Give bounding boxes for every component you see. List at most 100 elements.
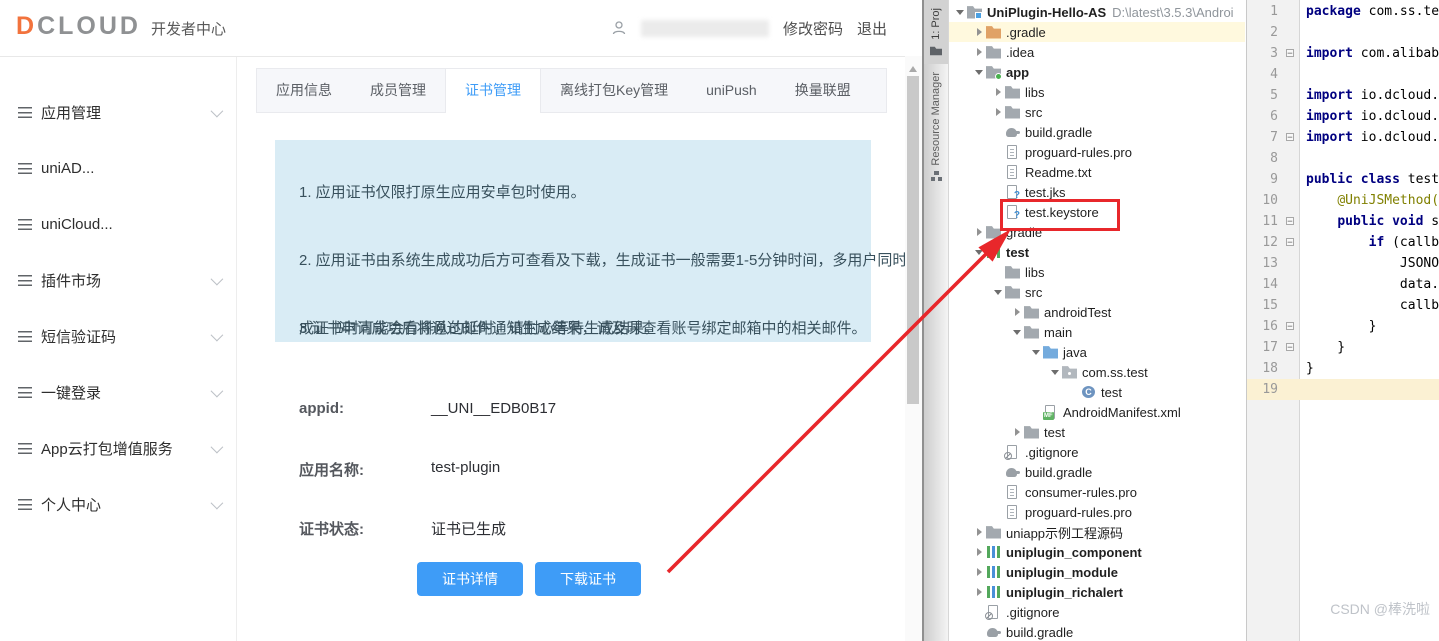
- tree-row-test[interactable]: test: [949, 242, 1245, 262]
- sidebar-item-2[interactable]: uniAD...: [0, 140, 236, 196]
- cert-status-label: 证书状态:: [299, 518, 431, 539]
- tree-row-androidTest[interactable]: androidTest: [949, 302, 1245, 322]
- tab-uniPush[interactable]: uniPush: [687, 69, 776, 112]
- tree-collapse-icon[interactable]: [1029, 345, 1043, 359]
- tree-collapse-icon[interactable]: [1048, 365, 1062, 379]
- code-text: package com.ss.te: [1300, 1, 1439, 22]
- list-icon: [18, 107, 32, 118]
- tree-row-uniplugin_component[interactable]: uniplugin_component: [949, 542, 1245, 562]
- tab-成员管理[interactable]: 成员管理: [351, 69, 445, 112]
- fold-marker-icon[interactable]: [1283, 211, 1300, 232]
- tree-expand-icon[interactable]: [991, 108, 1005, 116]
- tree-row-test[interactable]: test: [949, 382, 1245, 402]
- change-password-link[interactable]: 修改密码: [783, 18, 843, 39]
- sidebar-item-label: 一键登录: [41, 382, 211, 403]
- tree-item-label: uniplugin_component: [1006, 545, 1142, 560]
- dcloud-logo[interactable]: DCLOUD 开发者中心: [16, 12, 226, 41]
- tree-expand-icon[interactable]: [991, 88, 1005, 96]
- tree-collapse-icon[interactable]: [953, 5, 967, 19]
- list-icon: [18, 275, 32, 286]
- fold-marker-icon[interactable]: [1283, 337, 1300, 358]
- tree-row-.idea[interactable]: .idea: [949, 42, 1245, 62]
- tree-row-Readme.txt[interactable]: Readme.txt: [949, 162, 1245, 182]
- resource-manager-icon: [931, 171, 942, 181]
- tree-row-consumer-rules.pro[interactable]: consumer-rules.pro: [949, 482, 1245, 502]
- tree-row-java[interactable]: java: [949, 342, 1245, 362]
- tab-应用信息[interactable]: 应用信息: [257, 69, 351, 112]
- cert-detail-button[interactable]: 证书详情: [417, 562, 523, 596]
- tree-row-gradle[interactable]: gradle: [949, 222, 1245, 242]
- tree-row-.gradle[interactable]: .gradle: [949, 22, 1245, 42]
- tree-row-test.keystore[interactable]: test.keystore: [949, 202, 1245, 222]
- tree-collapse-icon[interactable]: [972, 65, 986, 79]
- tree-row-test.jks[interactable]: test.jks: [949, 182, 1245, 202]
- sidebar-item-7[interactable]: App云打包增值服务: [0, 420, 236, 476]
- tree-row-AndroidManifest.xml[interactable]: AndroidManifest.xml: [949, 402, 1245, 422]
- folder-icon: [1024, 305, 1039, 319]
- tree-row-libs[interactable]: libs: [949, 262, 1245, 282]
- line-number: 18: [1247, 358, 1283, 379]
- tree-expand-icon[interactable]: [972, 588, 986, 596]
- tree-item-label: app: [1006, 65, 1029, 80]
- sidebar-item-5[interactable]: 短信验证码: [0, 308, 236, 364]
- tree-row-UniPlugin-Hello-AS[interactable]: UniPlugin-Hello-ASD:\latest\3.5.3\Androi: [949, 2, 1245, 22]
- tree-expand-icon[interactable]: [972, 528, 986, 536]
- dcloud-dev-center: DCLOUD 开发者中心 修改密码 退出 应用管理uniAD...uniClou…: [0, 0, 922, 641]
- fold-marker-icon[interactable]: [1283, 43, 1300, 64]
- sidebar-item-8[interactable]: 个人中心: [0, 476, 236, 532]
- tree-row-uniapp示例工程源码[interactable]: uniapp示例工程源码: [949, 522, 1245, 542]
- tree-collapse-icon[interactable]: [991, 285, 1005, 299]
- tree-row-app[interactable]: app: [949, 62, 1245, 82]
- fold-marker-icon[interactable]: [1283, 127, 1300, 148]
- code-editor[interactable]: 1package com.ss.te23import com.alibab45i…: [1246, 0, 1439, 641]
- line-number: 11: [1247, 211, 1283, 232]
- tree-expand-icon[interactable]: [972, 568, 986, 576]
- sidebar-item-6[interactable]: 一键登录: [0, 364, 236, 420]
- tree-row-src[interactable]: src: [949, 102, 1245, 122]
- tree-row-build.gradle[interactable]: build.gradle: [949, 462, 1245, 482]
- code-line-12: 12 if (callb: [1247, 232, 1439, 253]
- tree-collapse-icon[interactable]: [972, 245, 986, 259]
- cert-download-button[interactable]: 下载证书: [535, 562, 641, 596]
- code-text: public class test: [1300, 169, 1439, 190]
- tree-row-.gitignore[interactable]: .gitignore: [949, 442, 1245, 462]
- tab-换量联盟[interactable]: 换量联盟: [776, 69, 870, 112]
- tree-row-uniplugin_module[interactable]: uniplugin_module: [949, 562, 1245, 582]
- tree-expand-icon[interactable]: [972, 48, 986, 56]
- scrollbar-up-icon[interactable]: [909, 62, 917, 72]
- watermark: CSDN @棒洗啦: [1330, 599, 1430, 619]
- folder-icon: [986, 225, 1001, 239]
- code-line-19: 19: [1247, 379, 1439, 400]
- tab-证书管理[interactable]: 证书管理: [445, 69, 541, 113]
- tree-expand-icon[interactable]: [1010, 428, 1024, 436]
- tree-item-label: test.keystore: [1025, 205, 1099, 220]
- tree-row-build.gradle[interactable]: build.gradle: [949, 622, 1245, 641]
- tree-expand-icon[interactable]: [972, 548, 986, 556]
- tree-row-proguard-rules.pro[interactable]: proguard-rules.pro: [949, 142, 1245, 162]
- tree-collapse-icon[interactable]: [1010, 325, 1024, 339]
- tree-expand-icon[interactable]: [1010, 308, 1024, 316]
- sidebar-item-3[interactable]: uniCloud...: [0, 196, 236, 252]
- logout-link[interactable]: 退出: [857, 18, 887, 39]
- project-tool-tab[interactable]: 1: Proj: [924, 0, 948, 64]
- fold-marker-icon[interactable]: [1283, 316, 1300, 337]
- tab-离线打包Key管理[interactable]: 离线打包Key管理: [541, 69, 687, 112]
- resource-manager-tool-tab[interactable]: Resource Manager: [924, 64, 948, 190]
- tree-row-main[interactable]: main: [949, 322, 1245, 342]
- tree-row-uniplugin_richalert[interactable]: uniplugin_richalert: [949, 582, 1245, 602]
- tree-row-build.gradle[interactable]: build.gradle: [949, 122, 1245, 142]
- scrollbar-thumb[interactable]: [907, 76, 919, 404]
- tree-row-proguard-rules.pro[interactable]: proguard-rules.pro: [949, 502, 1245, 522]
- tree-expand-icon[interactable]: [972, 228, 986, 236]
- tree-row-com.ss.test[interactable]: com.ss.test: [949, 362, 1245, 382]
- tree-row-.gitignore[interactable]: .gitignore: [949, 602, 1245, 622]
- page-scrollbar[interactable]: [905, 56, 922, 641]
- tree-row-src[interactable]: src: [949, 282, 1245, 302]
- android-studio-panel: 1: Proj Resource Manager UniPlugin-Hello…: [922, 0, 1439, 641]
- tree-row-test[interactable]: test: [949, 422, 1245, 442]
- tree-expand-icon[interactable]: [972, 28, 986, 36]
- sidebar-item-1[interactable]: 应用管理: [0, 84, 236, 140]
- sidebar-item-4[interactable]: 插件市场: [0, 252, 236, 308]
- fold-marker-icon[interactable]: [1283, 232, 1300, 253]
- tree-row-libs[interactable]: libs: [949, 82, 1245, 102]
